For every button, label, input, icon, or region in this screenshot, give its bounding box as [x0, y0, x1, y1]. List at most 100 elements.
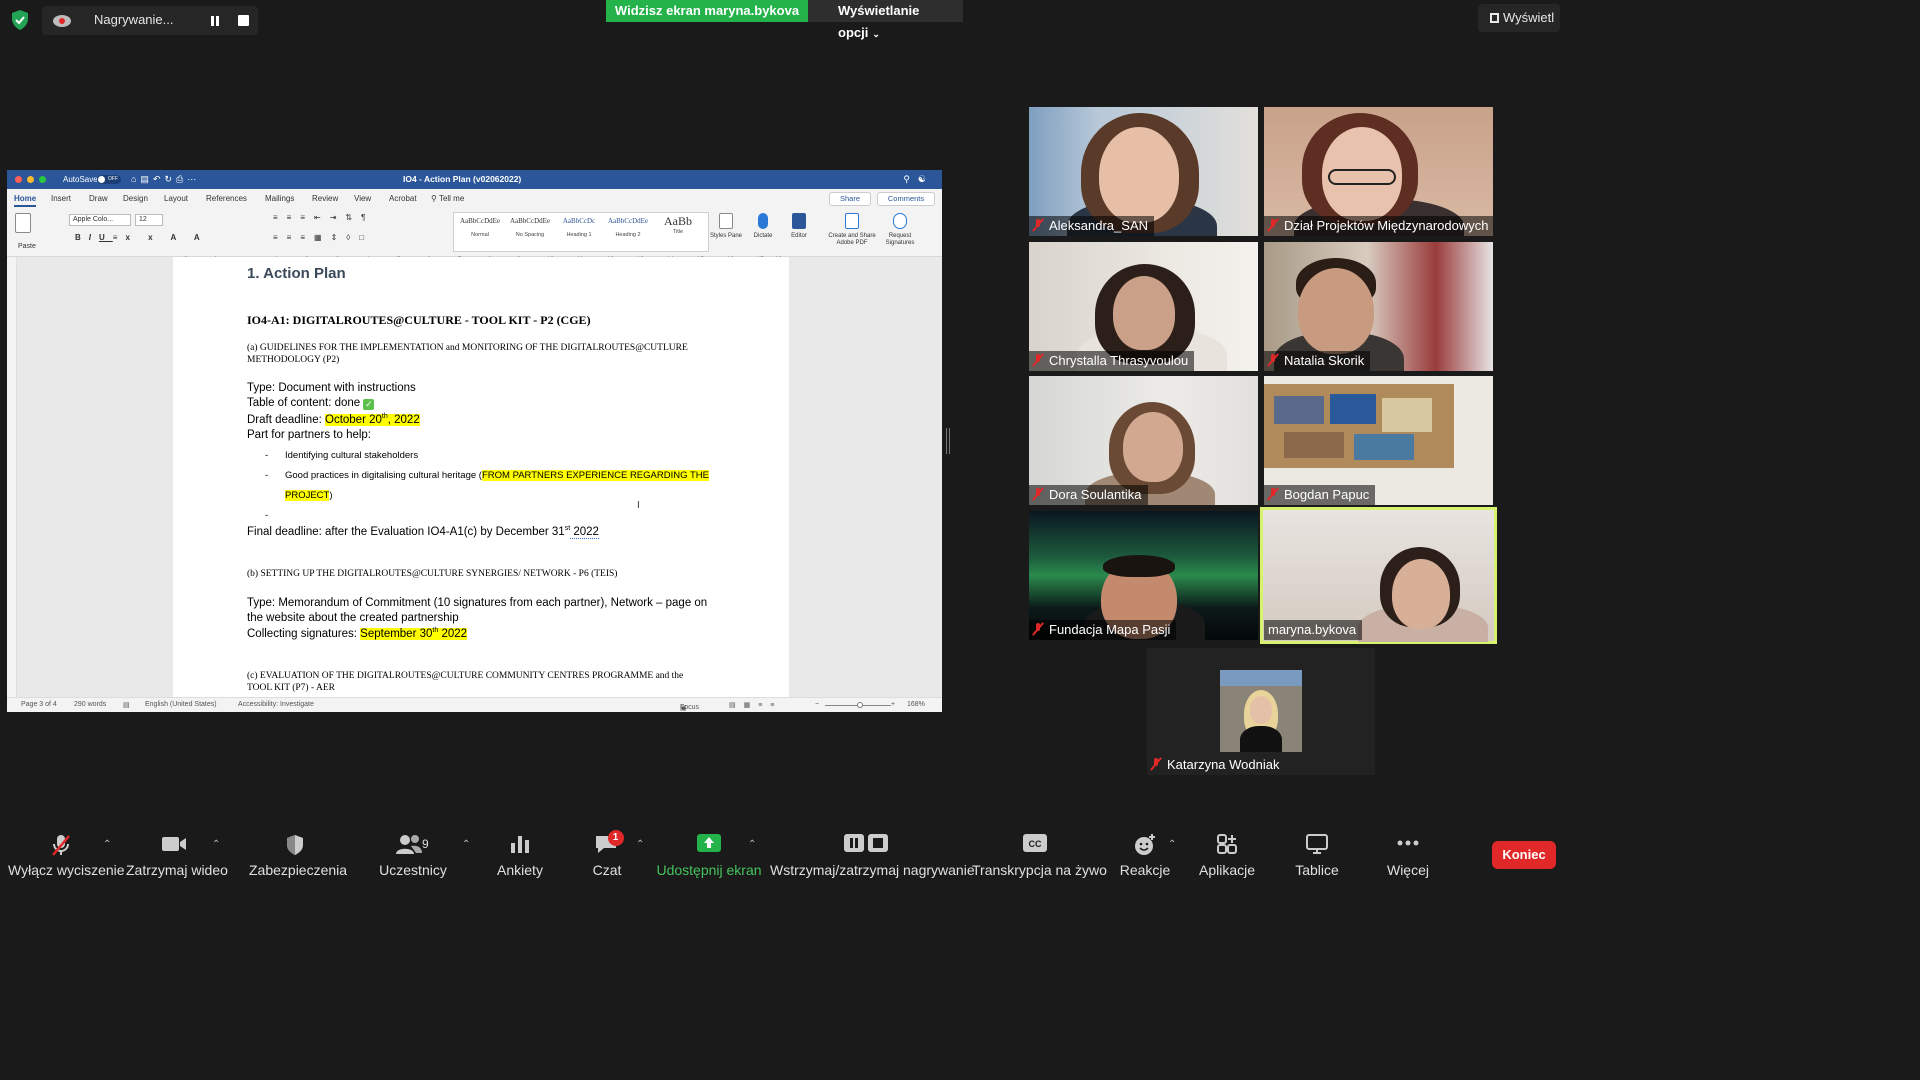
zoom-level[interactable]: 168% — [907, 701, 925, 708]
tab-insert[interactable]: Insert — [51, 194, 71, 203]
list-buttons[interactable]: ≡≡≡⇤⇥⇅¶ — [273, 213, 374, 222]
style-normal[interactable]: AaBbCcDdEe Normal — [456, 217, 504, 238]
unmute-button[interactable]: Wyłącz wyciszenie — [8, 823, 125, 882]
style-no-spacing[interactable]: AaBbCcDdEe No Spacing — [506, 217, 554, 238]
create-share-pdf-button[interactable]: Create and Share Adobe PDF — [825, 213, 879, 247]
shared-word-window: AutoSave OFF ⌂▤↶↻⎙⋯ IO4 - Action Plan (v… — [7, 170, 942, 712]
tab-draw[interactable]: Draw — [89, 194, 108, 203]
toc-line: Table of content: done ✓ — [247, 397, 375, 410]
close-window-icon[interactable] — [15, 176, 22, 183]
comments-button[interactable]: Comments — [877, 192, 935, 206]
pause-recording-icon[interactable] — [208, 14, 222, 28]
editor-button[interactable]: Editor — [779, 213, 819, 240]
stop-recording-icon[interactable] — [238, 15, 249, 26]
video-options-caret-icon[interactable]: ⌃ — [212, 839, 220, 850]
styles-pane-button[interactable]: Styles Pane — [706, 213, 746, 240]
tab-mailings[interactable]: Mailings — [265, 194, 294, 203]
muted-mic-icon — [1268, 354, 1278, 366]
style-name: Heading 2 — [615, 232, 641, 238]
share-options-caret-icon[interactable]: ⌃ — [748, 839, 756, 850]
autosave-toggle[interactable]: OFF — [97, 175, 121, 184]
chat-caret-icon[interactable]: ⌃ — [636, 839, 644, 850]
draft-deadline-line: Draft deadline: October 20th, 2022 — [247, 413, 420, 426]
participant-name-label: Chrystalla Thrasyvoulou — [1029, 351, 1195, 371]
font-size-select[interactable]: 12 — [135, 214, 163, 226]
participant-hair — [1103, 555, 1175, 577]
participant-name-label: Katarzyna Wodniak — [1147, 755, 1286, 775]
paste-icon[interactable] — [15, 213, 31, 233]
more-button[interactable]: Więcej — [1378, 823, 1438, 882]
alignment-buttons[interactable]: ≡≡≡▦⇕◊□ — [273, 233, 373, 242]
security-shield-icon — [287, 835, 303, 855]
search-icon[interactable]: ⚲☯ — [903, 174, 934, 185]
video-tile[interactable]: Fundacja Mapa Pasji — [1029, 511, 1258, 640]
end-meeting-button[interactable]: Koniec — [1492, 841, 1556, 869]
zoom-slider-handle[interactable] — [857, 702, 863, 708]
pause-stop-recording-button[interactable]: Wstrzymaj/zatrzymaj nagrywanie — [770, 823, 975, 882]
view-mode-buttons[interactable]: ▤▦≡≡ — [729, 701, 782, 709]
style-title[interactable]: AaBb Title — [654, 214, 702, 235]
minimize-window-icon[interactable] — [27, 176, 34, 183]
polls-bar-chart-icon — [511, 836, 529, 853]
zoom-in-icon[interactable]: + — [891, 701, 895, 708]
dictate-button[interactable]: Dictate — [743, 213, 783, 240]
page-count[interactable]: Page 3 of 4 — [21, 701, 57, 708]
bullet2-highlight-2: PROJECT — [285, 490, 330, 501]
participants-caret-icon[interactable]: ⌃ — [462, 839, 470, 850]
b-type-line-1: Type: Memorandum of Commitment (10 signa… — [247, 597, 708, 609]
view-layout-button[interactable]: Wyświetl — [1478, 4, 1560, 32]
language-status[interactable]: English (United States) — [145, 701, 217, 708]
video-tile[interactable]: Natalia Skorik — [1264, 242, 1493, 371]
zoom-out-icon[interactable]: − — [815, 701, 819, 708]
document-page[interactable]: 1. Action Plan IO4-A1: DIGITALROUTES@CUL… — [173, 257, 789, 697]
word-count[interactable]: 290 words — [74, 701, 106, 708]
video-tile[interactable]: Dora Soulantika — [1029, 376, 1258, 505]
apps-button[interactable]: Aplikacje — [1194, 823, 1260, 882]
reactions-caret-icon[interactable]: ⌃ — [1168, 839, 1176, 850]
tab-home[interactable]: Home — [14, 194, 37, 207]
split-resize-handle[interactable] — [946, 428, 950, 454]
tab-design[interactable]: Design — [123, 194, 148, 203]
tab-acrobat[interactable]: Acrobat — [389, 194, 417, 203]
text-format-buttons[interactable]: BIU≡x x A A — [75, 233, 208, 242]
video-tile-active-speaker[interactable]: maryna.bykova — [1260, 507, 1497, 644]
style-name: Heading 1 — [566, 232, 592, 238]
style-heading-1[interactable]: AaBbCcDc Heading 1 — [555, 217, 603, 238]
proofing-icon[interactable]: ▤ — [123, 701, 130, 709]
quick-access-toolbar[interactable]: ⌂▤↶↻⎙⋯ — [131, 174, 200, 185]
tab-layout[interactable]: Layout — [164, 194, 188, 203]
request-signatures-button[interactable]: Request Signatures — [879, 213, 921, 247]
ribbon-tabs: Home Insert Draw Design Layout Reference… — [7, 189, 942, 209]
polls-button[interactable]: Ankiety — [486, 823, 554, 882]
share-screen-button[interactable]: Udostępnij ekran — [656, 823, 762, 882]
video-tile-video-off[interactable]: Katarzyna Wodniak — [1147, 648, 1375, 775]
audio-options-caret-icon[interactable]: ⌃ — [103, 839, 111, 850]
video-tile[interactable]: Chrystalla Thrasyvoulou — [1029, 242, 1258, 371]
tab-tell-me[interactable]: ⚲ Tell me — [431, 194, 464, 203]
stop-video-button[interactable]: Zatrzymaj wideo — [126, 823, 228, 882]
document-canvas[interactable]: 1. Action Plan IO4-A1: DIGITALROUTES@CUL… — [7, 257, 942, 697]
security-button[interactable]: Zabezpieczenia — [249, 823, 347, 882]
share-button[interactable]: Share — [829, 192, 871, 206]
tab-references[interactable]: References — [206, 194, 247, 203]
style-heading-2[interactable]: AaBbCcDdEe Heading 2 — [604, 217, 652, 238]
maximize-window-icon[interactable] — [39, 176, 46, 183]
video-tile[interactable]: Dział Projektów Międzynarodowych — [1264, 107, 1493, 236]
font-name-select[interactable]: Apple Colo... — [69, 214, 131, 226]
whiteboards-button[interactable]: Tablice — [1286, 823, 1348, 882]
video-tile[interactable]: Aleksandra_SAN — [1029, 107, 1258, 236]
live-transcript-button[interactable]: CC Transkrypcja na żywo — [972, 823, 1107, 882]
participant-name-label: maryna.bykova — [1264, 620, 1363, 640]
tab-view[interactable]: View — [354, 194, 371, 203]
reactions-button[interactable]: Reakcje — [1116, 823, 1174, 882]
view-options-menu[interactable]: Wyświetlanie opcji ⌄ — [808, 0, 963, 40]
word-statusbar: Page 3 of 4 290 words ▤ English (United … — [7, 697, 942, 712]
participants-button[interactable]: 9 Uczestnicy — [372, 823, 454, 882]
toc-text: Table of content: done — [247, 397, 361, 409]
accessibility-status[interactable]: Accessibility: Investigate — [238, 701, 314, 708]
chat-button[interactable]: 1 Czat — [578, 823, 636, 882]
editor-label: Editor — [791, 233, 807, 239]
styles-gallery[interactable]: AaBbCcDdEe Normal AaBbCcDdEe No Spacing Aa… — [453, 212, 709, 252]
tab-review[interactable]: Review — [312, 194, 338, 203]
video-tile[interactable]: Bogdan Papuc — [1264, 376, 1493, 505]
